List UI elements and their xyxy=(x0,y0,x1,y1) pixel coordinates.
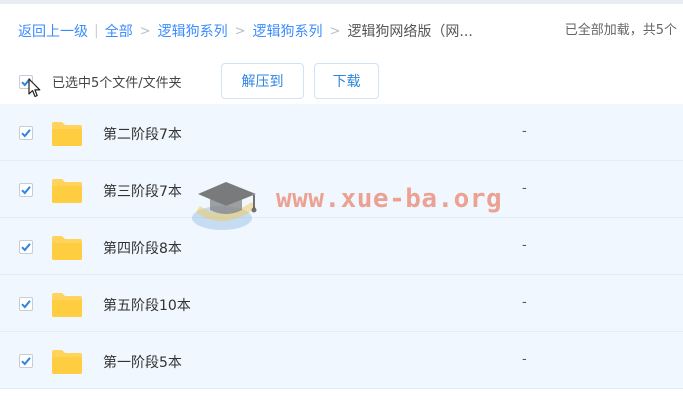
file-size: - xyxy=(522,295,527,310)
back-link[interactable]: 返回上一级 xyxy=(18,21,88,41)
file-name[interactable]: 第四阶段8本 xyxy=(103,238,182,258)
folder-icon xyxy=(52,122,82,146)
chevron-right-icon: > xyxy=(139,23,151,39)
row-checkbox[interactable] xyxy=(19,354,33,368)
file-size: - xyxy=(522,181,527,196)
file-list: 第二阶段7本 - 第三阶段7本 - 第四阶段8本 - 第五阶段10本 - 第一阶… xyxy=(0,104,683,389)
selection-count-text: 已选中5个文件/文件夹 xyxy=(52,76,182,91)
folder-icon xyxy=(52,350,82,374)
chevron-right-icon: > xyxy=(234,23,246,39)
breadcrumb-item-all[interactable]: 全部 xyxy=(105,21,133,41)
check-icon xyxy=(21,186,31,195)
list-item[interactable]: 第一阶段5本 - xyxy=(0,332,683,389)
folder-icon xyxy=(52,293,82,317)
breadcrumb-item-series[interactable]: 逻辑狗系列 xyxy=(158,21,228,41)
top-divider xyxy=(0,0,683,4)
extract-button[interactable]: 解压到 xyxy=(221,63,304,99)
file-name[interactable]: 第二阶段7本 xyxy=(103,124,182,144)
file-name[interactable]: 第三阶段7本 xyxy=(103,181,182,201)
mouse-cursor-icon xyxy=(28,78,41,98)
list-item[interactable]: 第四阶段8本 - xyxy=(0,218,683,275)
chevron-right-icon: > xyxy=(329,23,341,39)
file-name[interactable]: 第五阶段10本 xyxy=(103,295,191,315)
download-button[interactable]: 下载 xyxy=(314,63,379,99)
breadcrumb-current: 逻辑狗网络版（网... xyxy=(347,24,473,40)
breadcrumb-item-series-sub[interactable]: 逻辑狗系列 xyxy=(253,21,323,41)
folder-icon xyxy=(52,236,82,260)
breadcrumb-divider: | xyxy=(94,23,99,39)
list-item[interactable]: 第五阶段10本 - xyxy=(0,275,683,332)
list-item[interactable]: 第三阶段7本 - xyxy=(0,161,683,218)
folder-icon xyxy=(52,179,82,203)
check-icon xyxy=(21,300,31,309)
row-checkbox[interactable] xyxy=(19,297,33,311)
row-checkbox[interactable] xyxy=(19,183,33,197)
file-size: - xyxy=(522,124,527,139)
load-status: 已全部加载，共5个 xyxy=(564,23,677,38)
check-icon xyxy=(21,129,31,138)
breadcrumb: 返回上一级 | 全部 > 逻辑狗系列 > 逻辑狗系列 > 逻辑狗网络版（网... xyxy=(18,20,473,42)
toolbar: 已选中5个文件/文件夹 解压到 下载 xyxy=(0,58,683,106)
file-size: - xyxy=(522,238,527,253)
check-icon xyxy=(21,243,31,252)
list-item[interactable]: 第二阶段7本 - xyxy=(0,104,683,161)
file-name[interactable]: 第一阶段5本 xyxy=(103,352,182,372)
file-size: - xyxy=(522,352,527,367)
row-checkbox[interactable] xyxy=(19,126,33,140)
check-icon xyxy=(21,357,31,366)
row-checkbox[interactable] xyxy=(19,240,33,254)
